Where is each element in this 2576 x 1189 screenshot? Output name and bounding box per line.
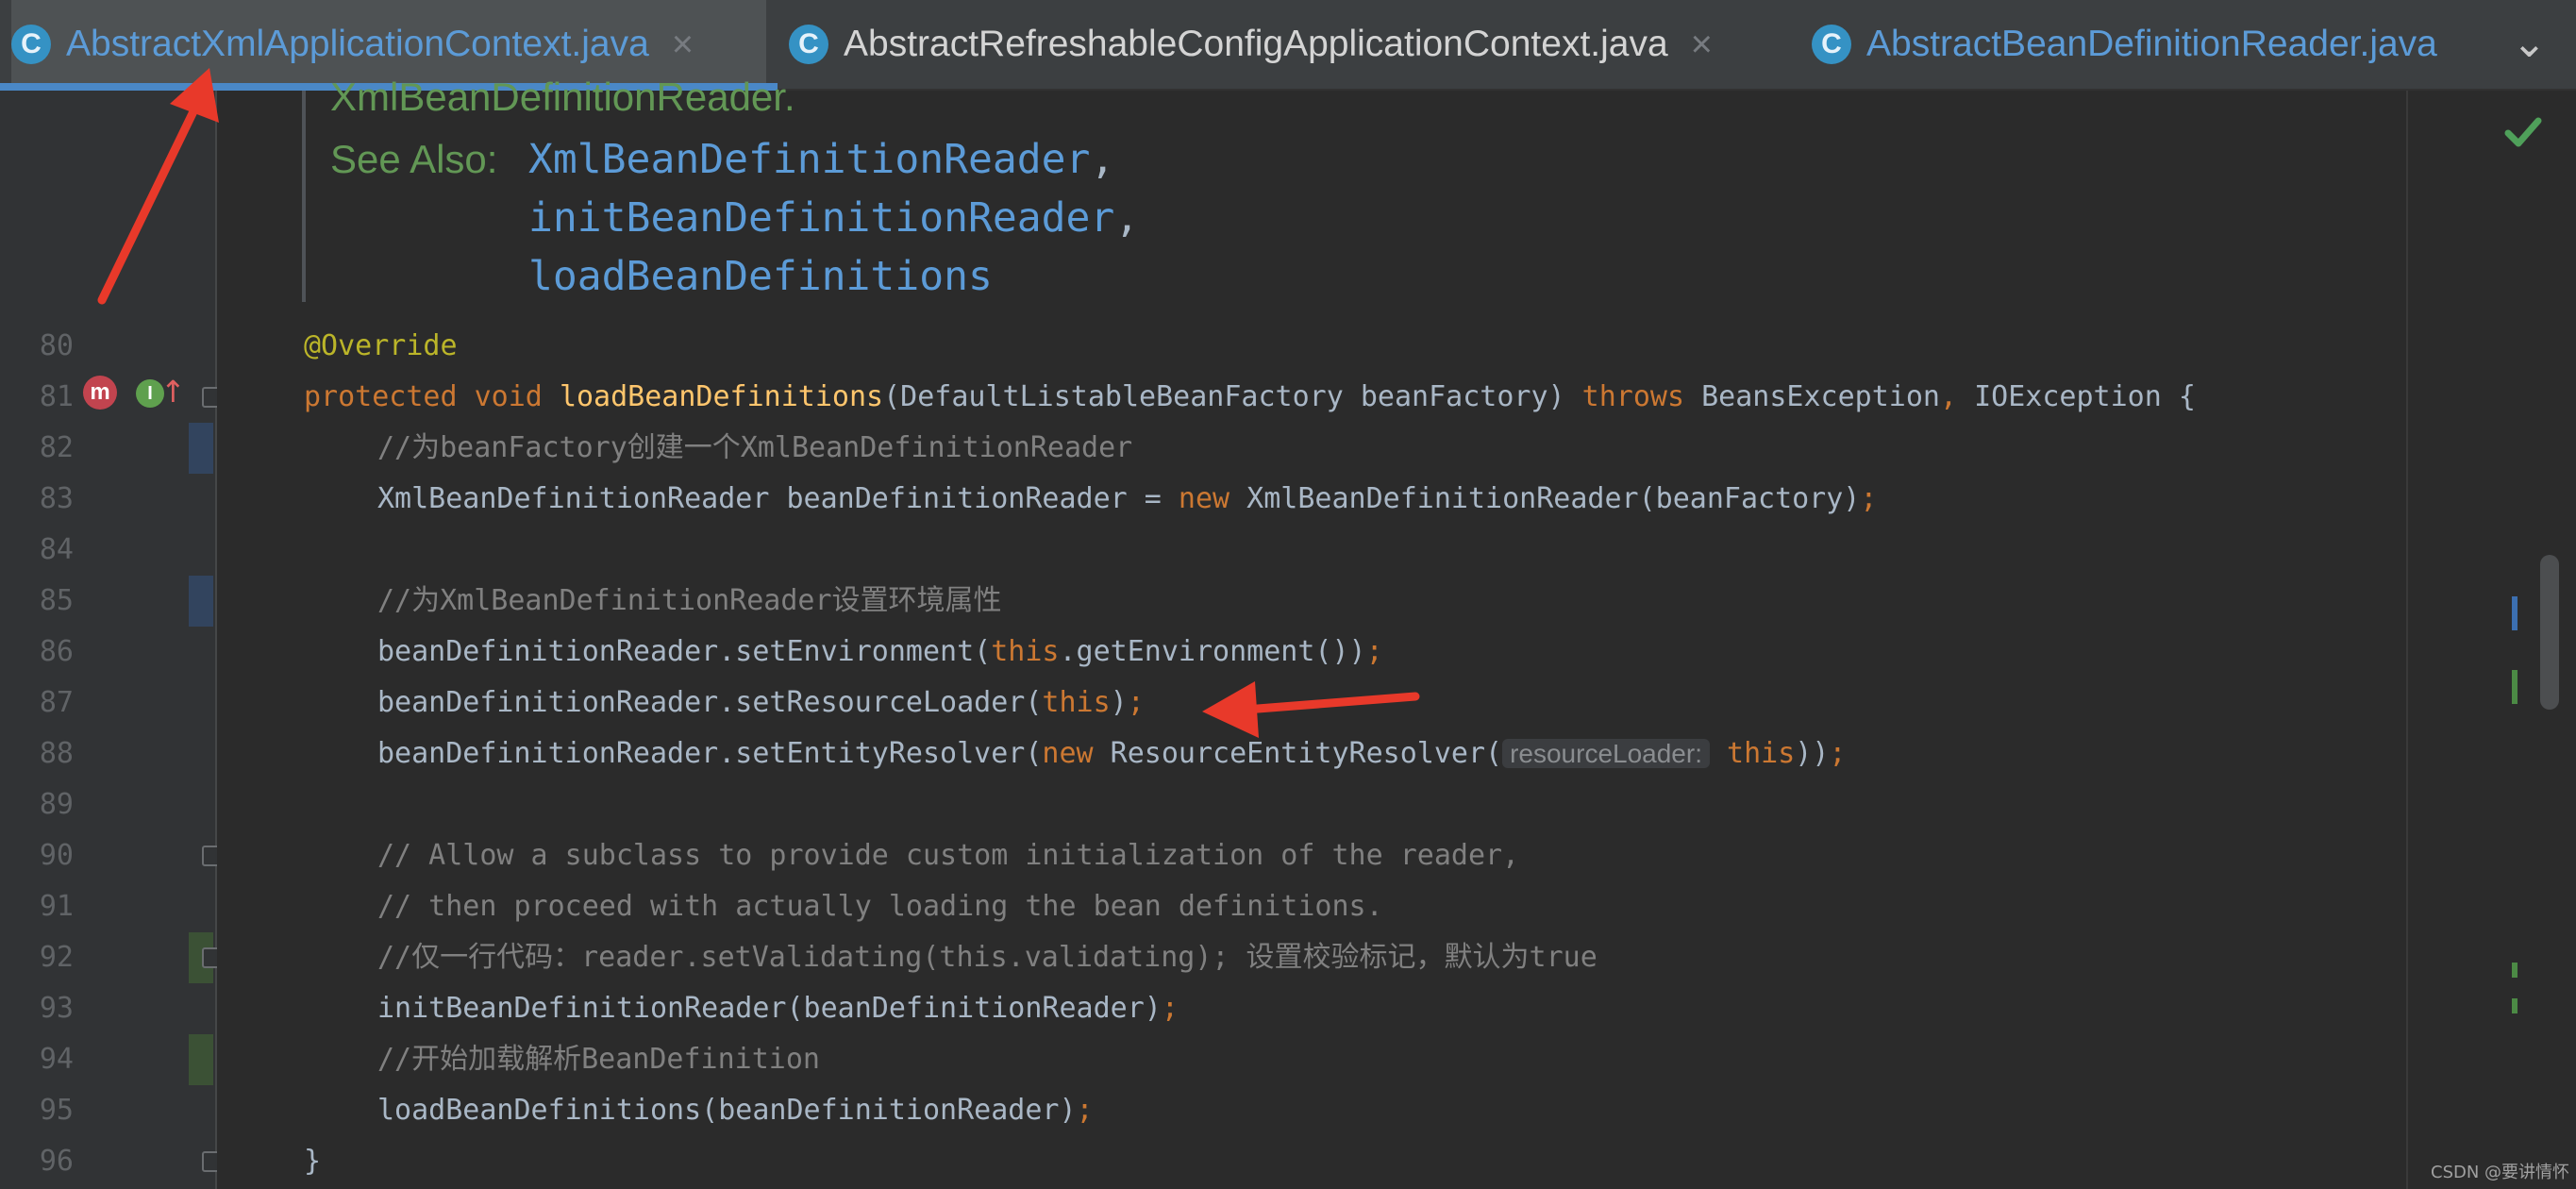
watermark: CSDN @要讲情怀 [2431, 1163, 2570, 1182]
annotation-arrow-tab [97, 68, 219, 305]
annotation-overlay [97, 68, 1420, 738]
annotation-arrow-set-resource-loader [1202, 681, 1420, 738]
